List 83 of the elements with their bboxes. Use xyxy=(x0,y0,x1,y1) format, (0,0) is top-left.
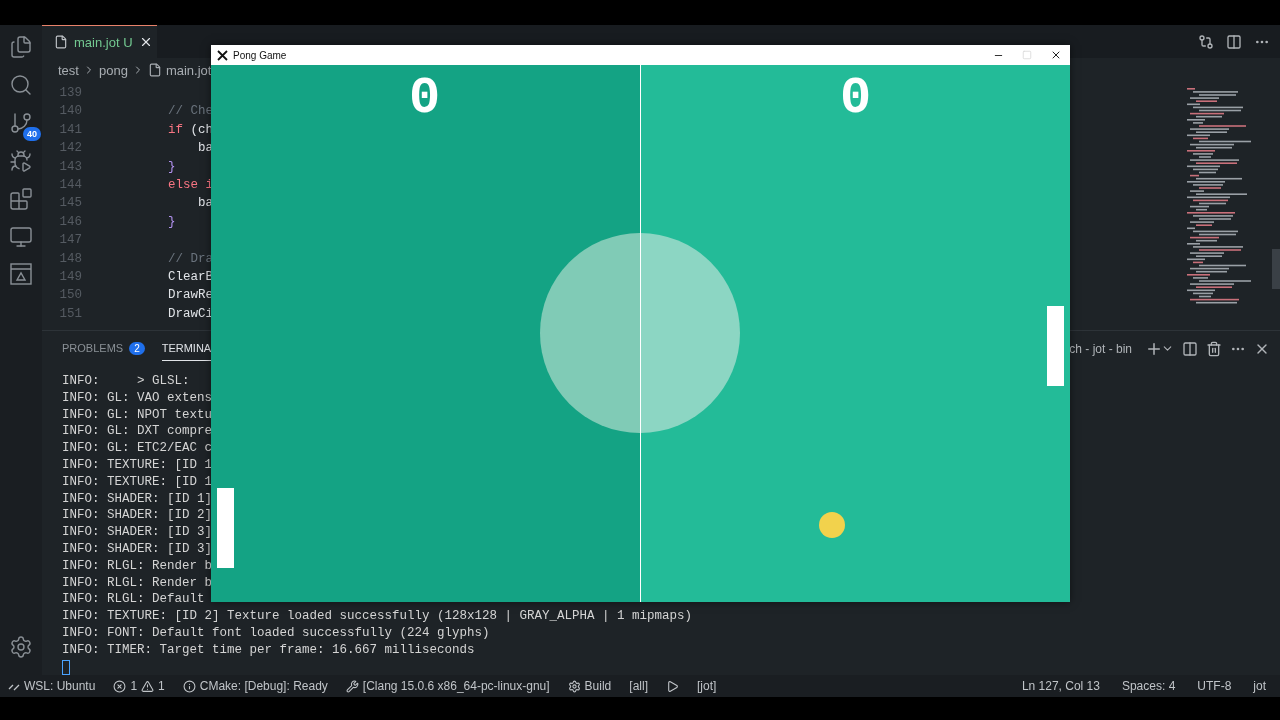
terminal-line: INFO: RLGL: Default xyxy=(62,591,205,609)
error-icon xyxy=(113,679,127,693)
count-badge: 2 xyxy=(129,341,145,355)
terminal-line: INFO: SHADER: [ID 1] xyxy=(62,490,213,508)
window-title: Pong Game xyxy=(233,49,287,61)
panel-tab[interactable]: PROBLEMS 2 xyxy=(62,335,145,362)
problems-status[interactable]: 1 1 xyxy=(113,679,165,693)
trash-icon[interactable] xyxy=(1206,340,1222,357)
gear-icon xyxy=(567,679,581,693)
scrollbar-thumb[interactable] xyxy=(1272,249,1280,289)
score: 0 xyxy=(409,73,441,125)
terminal-line: INFO: TIMER: Target time per frame: 16.667 milliseconds xyxy=(62,641,475,659)
terminal-line: INFO: GL: NPOT textu xyxy=(62,406,213,424)
status-item[interactable]: Build xyxy=(584,679,612,693)
terminal-line: INFO: GL: DXT compre xyxy=(62,423,213,441)
terminal-line: INFO: RLGL: Render b xyxy=(62,574,213,592)
line-number: 148 xyxy=(59,250,82,268)
terminal-cursor xyxy=(62,659,70,675)
terminal-line: INFO: SHADER: [ID 2] xyxy=(62,507,213,525)
terminal-line: INFO: > GLSL: xyxy=(62,373,190,390)
code-line: DrawCi xyxy=(167,306,214,321)
status-item[interactable]: jot xyxy=(1253,679,1266,693)
extensions-icon[interactable] xyxy=(9,187,33,211)
terminal-line: INFO: SHADER: [ID 3] xyxy=(62,540,213,558)
line-number: 150 xyxy=(59,287,82,305)
line-number: 143 xyxy=(59,158,82,176)
line-number: 145 xyxy=(59,195,82,213)
code-line: DrawRe xyxy=(167,288,214,303)
line-number: 147 xyxy=(59,232,82,250)
status-item[interactable]: CMake: [Debug]: Ready xyxy=(199,679,328,693)
file-icon xyxy=(54,35,68,49)
search-icon[interactable] xyxy=(9,73,33,97)
panel-icon[interactable] xyxy=(10,263,32,285)
terminal-line: INFO: TEXTURE: [ID 1 xyxy=(62,473,213,491)
terminal-line: INFO: RLGL: Render b xyxy=(62,557,213,575)
status-item[interactable]: WSL: Ubuntu xyxy=(24,679,96,693)
editor-tab[interactable]: main.jot U xyxy=(42,25,157,58)
line-number: 142 xyxy=(59,140,82,158)
line-number: 146 xyxy=(59,213,82,231)
terminal-line: INFO: GL: VAO extens xyxy=(62,389,213,407)
file-icon xyxy=(147,63,162,77)
status-item[interactable]: Spaces: 4 xyxy=(1121,679,1176,693)
status-item[interactable]: Ln 127, Col 13 xyxy=(1021,679,1100,693)
play-icon[interactable] xyxy=(666,679,679,693)
tab-label: main.jot U xyxy=(74,34,133,50)
count-badge: 40 xyxy=(23,127,41,141)
terminal-line: INFO: GL: ETC2/EAC c xyxy=(62,440,213,457)
tools-icon xyxy=(345,679,359,693)
terminal-line: INFO: TEXTURE: [ID 2] Texture loaded successfully (128x128 | GRAY_ALPHA | 1 mipmaps) xyxy=(62,608,693,625)
app-icon xyxy=(217,49,228,61)
settings-icon[interactable] xyxy=(9,635,33,659)
line-number: 149 xyxy=(59,268,82,286)
breadcrumb-item[interactable]: pong xyxy=(98,62,128,78)
status-item[interactable]: [jot] xyxy=(697,679,717,693)
status-item[interactable]: UTF-8 xyxy=(1197,679,1232,693)
terminal-line: INFO: FONT: Default font loaded successfully (224 glyphs) xyxy=(62,624,490,642)
status-item[interactable]: [Clang 15.0.6 x86_64-pc-linux-gnu] xyxy=(362,679,550,693)
breadcrumb-item[interactable]: main.jot xyxy=(165,62,212,78)
terminal-line: INFO: SHADER: [ID 3] xyxy=(62,524,213,541)
line-number: 139 xyxy=(59,85,82,102)
warning-count: 1 xyxy=(158,679,165,693)
close-icon[interactable] xyxy=(1050,49,1062,61)
error-count: 1 xyxy=(130,679,138,693)
line-number: 144 xyxy=(59,176,82,194)
status-item[interactable]: [all] xyxy=(629,679,648,693)
split-icon[interactable] xyxy=(1226,33,1242,50)
line-number: 140 xyxy=(59,103,82,121)
warning-icon xyxy=(141,679,155,693)
terminal-name[interactable]: ch - jot - bin xyxy=(1069,341,1132,356)
line-number: 151 xyxy=(59,305,82,323)
breadcrumb-item[interactable]: test xyxy=(58,62,79,78)
code-line: } xyxy=(167,159,176,174)
score: 0 xyxy=(840,73,872,125)
info-icon xyxy=(182,679,196,693)
ball xyxy=(819,512,845,538)
terminal-line: INFO: TEXTURE: [ID 1 xyxy=(62,457,213,474)
line-number: 141 xyxy=(59,121,82,139)
split-icon[interactable] xyxy=(1182,340,1198,357)
compare-icon[interactable] xyxy=(1198,33,1214,50)
debug-icon[interactable] xyxy=(9,149,33,173)
monitor-icon[interactable] xyxy=(9,225,33,249)
files-icon[interactable] xyxy=(9,35,33,59)
code-line: } xyxy=(167,214,176,229)
